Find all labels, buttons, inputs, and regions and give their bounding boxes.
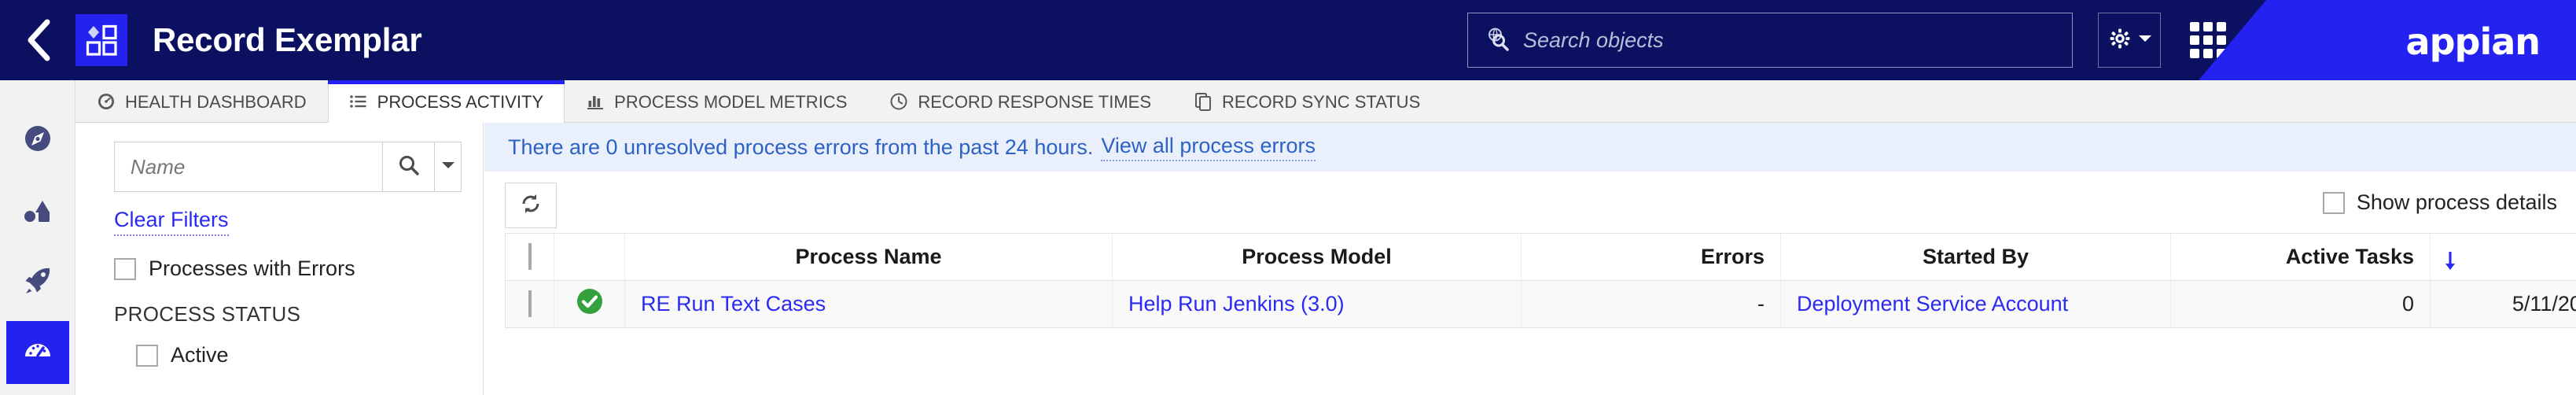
refresh-button[interactable] <box>505 183 557 228</box>
table-row[interactable]: RE Run Text Cases Help Run Jenkins (3.0)… <box>505 280 2576 328</box>
back-button[interactable] <box>0 0 75 80</box>
app-blocks-icon[interactable] <box>75 14 127 66</box>
left-nav-rail <box>0 80 75 395</box>
checkbox-box[interactable] <box>528 290 532 317</box>
active-tasks-header[interactable]: Active Tasks <box>2170 233 2431 281</box>
process-activity-table: Process Name Process Model Errors Starte… <box>505 233 2576 328</box>
show-process-details-checkbox[interactable]: Show process details <box>2322 190 2557 215</box>
row-select-checkbox[interactable] <box>505 280 554 328</box>
checkbox-label: Active <box>171 343 229 367</box>
main-content: There are 0 unresolved process errors fr… <box>484 123 2576 395</box>
sidebar-item-monitor[interactable] <box>6 321 69 384</box>
filter-dropdown-button[interactable] <box>435 142 462 192</box>
processes-with-errors-checkbox[interactable]: Processes with Errors <box>114 257 355 281</box>
process-errors-banner: There are 0 unresolved process errors fr… <box>484 123 2576 172</box>
name-filter-placeholder: Name <box>131 154 186 179</box>
started-by-header[interactable]: Started By <box>1780 233 2171 281</box>
top-header-bar: Record Exemplar Search objects appian <box>0 0 2576 80</box>
process-model-header[interactable]: Process Model <box>1112 233 1522 281</box>
view-all-process-errors-link[interactable]: View all process errors <box>1101 134 1316 161</box>
chevron-left-icon <box>24 19 51 61</box>
process-model-link[interactable]: Help Run Jenkins (3.0) <box>1128 292 1345 316</box>
gauge-icon <box>21 334 54 371</box>
name-filter-input[interactable]: Name <box>114 142 383 192</box>
started-by-link[interactable]: Deployment Service Account <box>1797 292 2068 316</box>
search-icon <box>397 153 421 181</box>
row-errors: - <box>1521 280 1781 328</box>
settings-button[interactable] <box>2098 13 2161 68</box>
row-status <box>554 280 625 328</box>
tab-list: HEALTH DASHBOARD PROCESS ACTIVITY PROCES… <box>75 80 1441 124</box>
process-name-header[interactable]: Process Name <box>624 233 1113 281</box>
checkbox-box[interactable] <box>136 344 158 367</box>
table-header-row: Process Name Process Model Errors Starte… <box>505 233 2576 281</box>
checkbox-label: Processes with Errors <box>149 257 355 280</box>
clock-icon <box>889 92 908 111</box>
banner-message: There are 0 unresolved process errors fr… <box>508 135 1094 159</box>
sidebar-item-navigate[interactable] <box>6 109 69 172</box>
sidebar-item-build[interactable] <box>6 179 69 242</box>
globe-search-icon <box>1485 26 1511 55</box>
checkbox-box[interactable] <box>528 243 532 270</box>
caret-down-icon <box>441 160 455 174</box>
bar-chart-icon <box>586 92 605 111</box>
active-status-checkbox[interactable]: Active <box>136 343 229 367</box>
list-icon <box>349 92 368 111</box>
appian-logo: appian <box>2405 20 2541 63</box>
record-exemplar-page: Record Exemplar Search objects appian HE… <box>0 0 2576 395</box>
shapes-icon <box>21 193 54 230</box>
process-status-heading: PROCESS STATUS <box>114 302 301 326</box>
start-time-header[interactable]: Start Time <box>2430 233 2576 281</box>
process-activity-table-wrapper: Process Name Process Model Errors Starte… <box>505 233 2576 328</box>
grid-toolbar: Show process details <box>484 172 2576 233</box>
filter-sidebar: Name Clear Filters Processes with Errors… <box>76 123 484 395</box>
caret-down-icon <box>2138 33 2152 47</box>
copy-icon <box>1194 92 1213 111</box>
filter-search-row: Name <box>114 142 462 192</box>
row-start-time: 5/11/2022 10:04 PM <box>2430 280 2576 328</box>
compass-icon <box>21 122 54 159</box>
tab-label: PROCESS MODEL METRICS <box>614 92 848 112</box>
search-input[interactable]: Search objects <box>1467 13 2073 68</box>
sort-descending-icon <box>2443 251 2457 277</box>
rocket-icon <box>21 264 54 301</box>
check-circle-icon <box>576 288 603 315</box>
tab-label: PROCESS ACTIVITY <box>377 92 544 112</box>
row-process-model[interactable]: Help Run Jenkins (3.0) <box>1112 280 1522 328</box>
tab-record-response-times[interactable]: RECORD RESPONSE TIMES <box>868 80 1172 123</box>
tab-strip: HEALTH DASHBOARD PROCESS ACTIVITY PROCES… <box>0 80 2576 124</box>
gear-icon <box>2107 26 2133 55</box>
row-started-by[interactable]: Deployment Service Account <box>1780 280 2171 328</box>
tab-record-sync-status[interactable]: RECORD SYNC STATUS <box>1172 80 1441 123</box>
process-name-link[interactable]: RE Run Text Cases <box>641 292 826 316</box>
filter-search-button[interactable] <box>383 142 435 192</box>
tab-label: RECORD RESPONSE TIMES <box>918 92 1152 112</box>
select-all-header[interactable] <box>505 233 554 281</box>
search-placeholder: Search objects <box>1523 28 1664 52</box>
row-process-name[interactable]: RE Run Text Cases <box>624 280 1113 328</box>
gauge-icon <box>97 92 116 111</box>
checkbox-label: Show process details <box>2356 190 2557 214</box>
tab-process-activity[interactable]: PROCESS ACTIVITY <box>327 80 565 124</box>
status-header <box>554 233 625 281</box>
checkbox-box[interactable] <box>114 257 136 280</box>
row-active-tasks: 0 <box>2170 280 2431 328</box>
page-title: Record Exemplar <box>153 21 422 58</box>
tab-health-dashboard[interactable]: HEALTH DASHBOARD <box>75 80 328 123</box>
tab-process-model-metrics[interactable]: PROCESS MODEL METRICS <box>565 80 868 123</box>
sidebar-item-deploy[interactable] <box>6 250 69 313</box>
tab-label: RECORD SYNC STATUS <box>1222 92 1421 112</box>
clear-filters-link[interactable]: Clear Filters <box>114 208 229 236</box>
refresh-icon <box>519 192 543 220</box>
errors-header[interactable]: Errors <box>1521 233 1781 281</box>
checkbox-box[interactable] <box>2322 191 2345 214</box>
tab-label: HEALTH DASHBOARD <box>125 92 307 112</box>
